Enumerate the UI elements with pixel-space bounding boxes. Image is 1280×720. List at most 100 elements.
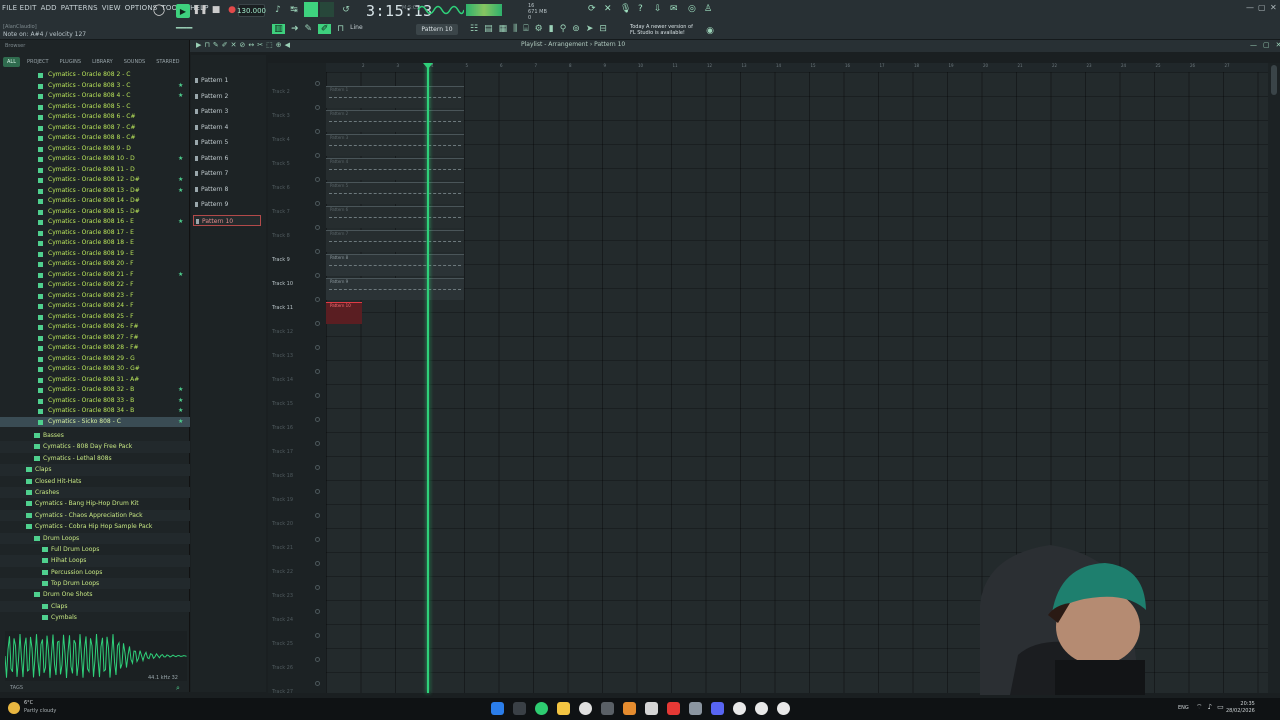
star-icon[interactable]: ★ bbox=[178, 154, 183, 165]
send-icon[interactable]: ➤ bbox=[586, 24, 594, 34]
folder-item[interactable]: Top Drum Loops bbox=[0, 578, 190, 590]
menu-patterns[interactable]: PATTERNS bbox=[61, 4, 98, 12]
star-icon[interactable]: ★ bbox=[178, 385, 183, 396]
chrome-4-icon[interactable] bbox=[777, 702, 790, 715]
track-label[interactable]: Track 2 bbox=[272, 89, 290, 95]
close-icon[interactable]: ✕ bbox=[1270, 3, 1277, 12]
track-label[interactable]: Track 4 bbox=[272, 137, 290, 143]
language-indicator[interactable]: ENG bbox=[1178, 705, 1189, 711]
track-mute-button[interactable] bbox=[315, 609, 320, 614]
track-label[interactable]: Track 10 bbox=[272, 281, 293, 287]
file-item[interactable]: Cymatics - Oracle 808 14 - D# bbox=[0, 196, 190, 207]
waveform-preview[interactable] bbox=[5, 631, 187, 681]
timeline-ruler[interactable]: 2 3 4 5 6 7 8 9 10 11 12 13 14 15 16 17 18 19 20 21 22 23 24 25… bbox=[326, 63, 1268, 72]
pattern-item[interactable]: Pattern 9 bbox=[193, 199, 261, 210]
track-mute-button[interactable] bbox=[315, 561, 320, 566]
folder-item[interactable]: Crashes bbox=[0, 486, 190, 499]
track-mute-button[interactable] bbox=[315, 369, 320, 374]
file-explorer-icon[interactable] bbox=[557, 702, 570, 715]
youtube-icon[interactable] bbox=[667, 702, 680, 715]
track-mute-button[interactable] bbox=[315, 297, 320, 302]
track-label[interactable]: Track 16 bbox=[272, 425, 293, 431]
pattern-clip[interactable]: Pattern 6 bbox=[326, 206, 464, 228]
wifi-icon[interactable]: ⌔ bbox=[1196, 703, 1203, 712]
track-mute-button[interactable] bbox=[315, 465, 320, 470]
song-mode-button[interactable] bbox=[320, 2, 334, 17]
star-icon[interactable]: ★ bbox=[178, 396, 183, 407]
marker-icon[interactable]: ⚲ bbox=[560, 24, 567, 34]
fl-studio-icon[interactable] bbox=[623, 702, 636, 715]
file-item[interactable]: Cymatics - Oracle 808 21 - F ★ bbox=[0, 270, 190, 281]
mixer-icon[interactable]: ⫼ bbox=[513, 24, 517, 34]
pattern-item[interactable]: Pattern 2 bbox=[193, 91, 261, 102]
track-label[interactable]: Track 18 bbox=[272, 473, 293, 479]
snap-icon[interactable]: ⊓ bbox=[204, 41, 209, 49]
slip-tool-icon[interactable]: ↔ bbox=[248, 41, 254, 49]
track-mute-button[interactable] bbox=[315, 537, 320, 542]
folder-item[interactable]: Cymatics - Cobra Hip Hop Sample Pack bbox=[0, 521, 190, 532]
wait-input-icon[interactable]: ↹ bbox=[288, 4, 300, 16]
weather-icon[interactable] bbox=[8, 702, 20, 714]
start-icon[interactable] bbox=[491, 702, 504, 715]
file-item[interactable]: Cymatics - Oracle 808 17 - E bbox=[0, 228, 190, 239]
folder-item[interactable]: Drum Loops bbox=[0, 532, 190, 544]
track-label[interactable]: Track 27 bbox=[272, 689, 293, 695]
pencil-tool-icon[interactable]: ✎ bbox=[213, 41, 219, 49]
track-label[interactable]: Track 3 bbox=[272, 113, 290, 119]
track-mute-button[interactable] bbox=[315, 585, 320, 590]
file-item[interactable]: Cymatics - Oracle 808 16 - E ★ bbox=[0, 217, 190, 228]
star-icon[interactable]: ★ bbox=[178, 186, 183, 197]
metronome-icon[interactable]: ♪ bbox=[272, 4, 284, 16]
track-mute-button[interactable] bbox=[315, 345, 320, 350]
playlist-close-icon[interactable]: ✕ bbox=[1276, 41, 1280, 49]
store-icon[interactable] bbox=[645, 702, 658, 715]
account-icon[interactable]: ♙ bbox=[704, 4, 712, 14]
track-label[interactable]: Track 7 bbox=[272, 209, 290, 215]
draw-icon[interactable]: ✐ bbox=[318, 24, 332, 34]
playlist-minimize-icon[interactable]: — bbox=[1250, 41, 1257, 49]
pattern-clip[interactable]: Pattern 7 bbox=[326, 230, 464, 252]
file-item[interactable]: Cymatics - Oracle 808 15 - D# bbox=[0, 207, 190, 218]
file-item[interactable]: Cymatics - Oracle 808 7 - C# bbox=[0, 123, 190, 134]
pattern-item[interactable]: Pattern 3 bbox=[193, 106, 261, 117]
file-item[interactable]: Cymatics - Oracle 808 2 - C bbox=[0, 70, 190, 81]
pattern-item[interactable]: Pattern 7 bbox=[193, 168, 261, 179]
tab-library[interactable]: LIBRARY bbox=[88, 57, 117, 67]
plugin-icon[interactable]: ⚙ bbox=[535, 24, 543, 34]
pencil-icon[interactable]: ✎ bbox=[305, 24, 313, 34]
play-icon[interactable]: ▶ bbox=[176, 4, 190, 18]
slice-tool-icon[interactable]: ✂ bbox=[257, 41, 263, 49]
pattern-item[interactable]: Pattern 6 bbox=[193, 153, 261, 164]
file-item[interactable]: Cymatics - Oracle 808 3 - C ★ bbox=[0, 81, 190, 92]
menu-add[interactable]: ADD bbox=[41, 4, 57, 12]
pause-icon[interactable]: ❚❚ bbox=[192, 4, 207, 16]
vertical-scrollbar[interactable] bbox=[1268, 63, 1280, 693]
file-item[interactable]: Cymatics - Oracle 808 27 - F# bbox=[0, 333, 190, 344]
playlist-menu-icon[interactable]: ▶ bbox=[196, 41, 201, 49]
stop-icon[interactable]: ■ bbox=[210, 4, 222, 16]
tools-icon[interactable]: ✕ bbox=[604, 4, 612, 14]
tab-starred[interactable]: STARRED bbox=[152, 57, 183, 67]
star-icon[interactable]: ★ bbox=[178, 406, 183, 417]
tags-label[interactable]: TAGS bbox=[10, 685, 23, 691]
track-mute-button[interactable] bbox=[315, 417, 320, 422]
folder-item[interactable]: Claps bbox=[0, 600, 190, 613]
tempo-knob-icon[interactable]: ◯ bbox=[153, 3, 165, 16]
track-label[interactable]: Track 24 bbox=[272, 617, 293, 623]
file-item[interactable]: Cymatics - Oracle 808 24 - F bbox=[0, 301, 190, 312]
playhead[interactable] bbox=[427, 65, 429, 693]
track-label[interactable]: Track 25 bbox=[272, 641, 293, 647]
track-label[interactable]: Track 14 bbox=[272, 377, 293, 383]
track-mute-button[interactable] bbox=[315, 225, 320, 230]
clock[interactable]: 20:35 28/02/2026 bbox=[1226, 701, 1255, 715]
tab-all[interactable]: ALL bbox=[3, 57, 20, 67]
chrome-icon[interactable] bbox=[579, 702, 592, 715]
star-icon[interactable]: ★ bbox=[178, 81, 183, 92]
track-mute-button[interactable] bbox=[315, 321, 320, 326]
folder-item[interactable]: Claps bbox=[0, 464, 190, 476]
track-mute-button[interactable] bbox=[315, 201, 320, 206]
file-item[interactable]: Cymatics - Oracle 808 4 - C ★ bbox=[0, 91, 190, 102]
tab-project[interactable]: PROJECT bbox=[23, 57, 53, 67]
help-icon[interactable]: ? bbox=[638, 4, 643, 14]
folder-item[interactable]: Closed Hit-Hats bbox=[0, 476, 190, 487]
